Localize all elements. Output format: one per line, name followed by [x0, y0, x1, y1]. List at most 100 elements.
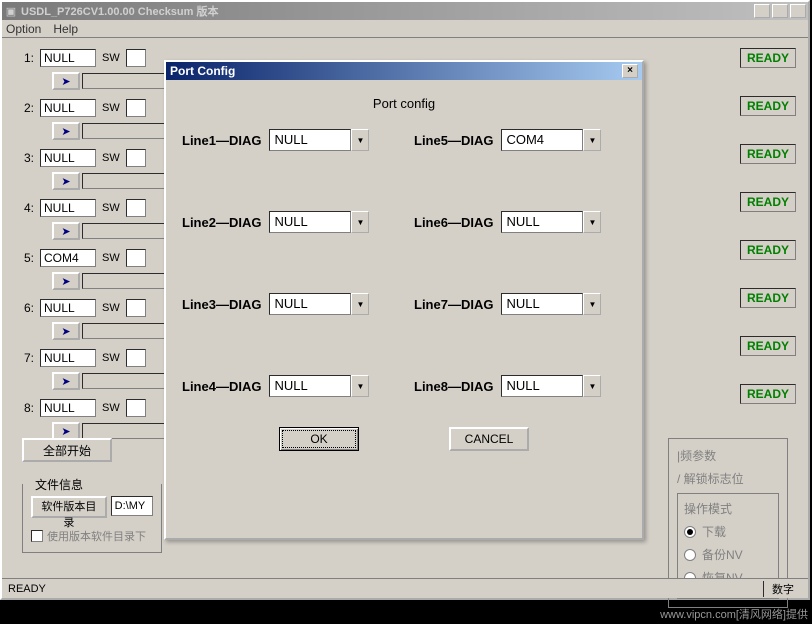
ready-status: READY [740, 240, 796, 260]
right-panel-text1: |频参数 [677, 447, 779, 464]
menu-help[interactable]: Help [53, 22, 78, 36]
sw-label: SW [102, 302, 120, 314]
ready-status: READY [740, 384, 796, 404]
chevron-down-icon[interactable]: ▼ [583, 211, 601, 233]
port-value[interactable]: NULL [40, 399, 96, 417]
ready-status: READY [740, 48, 796, 68]
line8-value[interactable]: NULL [501, 375, 583, 397]
line5-label: Line5—DIAG [414, 133, 493, 148]
statusbar: READY 数字 [2, 578, 808, 598]
sw-label: SW [102, 102, 120, 114]
sw-label: SW [102, 352, 120, 364]
dialog-titlebar[interactable]: Port Config × [166, 62, 642, 80]
port-value[interactable]: NULL [40, 49, 96, 67]
sw-field[interactable] [126, 349, 146, 367]
port-value[interactable]: NULL [40, 99, 96, 117]
go-button[interactable]: ➤ [52, 272, 80, 290]
app-icon: ▣ [4, 4, 18, 18]
sw-field[interactable] [126, 249, 146, 267]
row-number: 3: [12, 151, 34, 165]
line2-combo[interactable]: NULL ▼ [269, 211, 369, 233]
close-button[interactable]: × [790, 4, 806, 18]
line5-value[interactable]: COM4 [501, 129, 583, 151]
line3-value[interactable]: NULL [269, 293, 351, 315]
line1-combo[interactable]: NULL ▼ [269, 129, 369, 151]
go-button[interactable]: ➤ [52, 72, 80, 90]
watermark: www.vipcn.com[清风网络]提供 [660, 606, 808, 622]
row-number: 5: [12, 251, 34, 265]
go-button[interactable]: ➤ [52, 122, 80, 140]
ready-status: READY [740, 288, 796, 308]
ok-button[interactable]: OK [279, 427, 359, 451]
go-button[interactable]: ➤ [52, 172, 80, 190]
radio-download[interactable] [684, 526, 696, 538]
port-value[interactable]: COM4 [40, 249, 96, 267]
line1-value[interactable]: NULL [269, 129, 351, 151]
sw-field[interactable] [126, 299, 146, 317]
port-value[interactable]: NULL [40, 199, 96, 217]
cancel-button[interactable]: CANCEL [449, 427, 529, 451]
row-number: 4: [12, 201, 34, 215]
radio-backup-nv[interactable] [684, 549, 696, 561]
dialog-close-button[interactable]: × [622, 64, 638, 78]
sw-field[interactable] [126, 99, 146, 117]
menu-option[interactable]: Option [6, 22, 41, 36]
chevron-down-icon[interactable]: ▼ [351, 375, 369, 397]
go-button[interactable]: ➤ [52, 322, 80, 340]
port-value[interactable]: NULL [40, 299, 96, 317]
line-grid: Line1—DIAG NULL ▼ Line5—DIAG COM4 ▼ Line… [182, 129, 626, 397]
statusbar-left: READY [8, 583, 46, 595]
chevron-down-icon[interactable]: ▼ [583, 129, 601, 151]
port-value[interactable]: NULL [40, 149, 96, 167]
line7-value[interactable]: NULL [501, 293, 583, 315]
line3-label: Line3—DIAG [182, 297, 261, 312]
line6-value[interactable]: NULL [501, 211, 583, 233]
use-version-dir-checkbox[interactable] [31, 530, 43, 542]
sw-field[interactable] [126, 399, 146, 417]
port-config-dialog: Port Config × Port config Line1—DIAG NUL… [164, 60, 644, 540]
line6-combo[interactable]: NULL ▼ [501, 211, 601, 233]
sw-label: SW [102, 252, 120, 264]
chevron-down-icon[interactable]: ▼ [583, 293, 601, 315]
line3-combo[interactable]: NULL ▼ [269, 293, 369, 315]
window-title: USDL_P726CV1.00.00 Checksum 版本 [21, 3, 754, 19]
menubar: Option Help [2, 20, 808, 38]
go-button[interactable]: ➤ [52, 372, 80, 390]
line4-label: Line4—DIAG [182, 379, 261, 394]
line1-label: Line1—DIAG [182, 133, 261, 148]
chevron-down-icon[interactable]: ▼ [351, 129, 369, 151]
op-mode-label: 操作模式 [684, 500, 772, 517]
line5-combo[interactable]: COM4 ▼ [501, 129, 601, 151]
line2-value[interactable]: NULL [269, 211, 351, 233]
sw-version-dir-button[interactable]: 软件版本目录 [31, 496, 107, 518]
bottom-left-panel: 全部开始 软件版本目录 D:\MY 使用版本软件目录下 [22, 438, 162, 553]
radio-download-label: 下载 [702, 523, 726, 540]
line2-label: Line2—DIAG [182, 215, 261, 230]
line4-combo[interactable]: NULL ▼ [269, 375, 369, 397]
statusbar-right: 数字 [763, 581, 802, 597]
file-info-group: 软件版本目录 D:\MY 使用版本软件目录下 [22, 484, 162, 553]
chevron-down-icon[interactable]: ▼ [351, 293, 369, 315]
chevron-down-icon[interactable]: ▼ [351, 211, 369, 233]
minimize-button[interactable]: _ [754, 4, 770, 18]
go-button[interactable]: ➤ [52, 222, 80, 240]
line7-combo[interactable]: NULL ▼ [501, 293, 601, 315]
line8-combo[interactable]: NULL ▼ [501, 375, 601, 397]
sw-label: SW [102, 52, 120, 64]
row-number: 8: [12, 401, 34, 415]
start-all-button[interactable]: 全部开始 [22, 438, 112, 462]
line4-value[interactable]: NULL [269, 375, 351, 397]
chevron-down-icon[interactable]: ▼ [583, 375, 601, 397]
file-path-field[interactable]: D:\MY [111, 496, 153, 516]
dialog-title: Port Config [170, 64, 622, 78]
port-value[interactable]: NULL [40, 349, 96, 367]
line8-label: Line8—DIAG [414, 379, 493, 394]
dialog-subtitle: Port config [182, 96, 626, 111]
sw-field[interactable] [126, 49, 146, 67]
sw-label: SW [102, 402, 120, 414]
row-number: 6: [12, 301, 34, 315]
row-number: 7: [12, 351, 34, 365]
sw-field[interactable] [126, 149, 146, 167]
sw-field[interactable] [126, 199, 146, 217]
maximize-button[interactable]: □ [772, 4, 788, 18]
